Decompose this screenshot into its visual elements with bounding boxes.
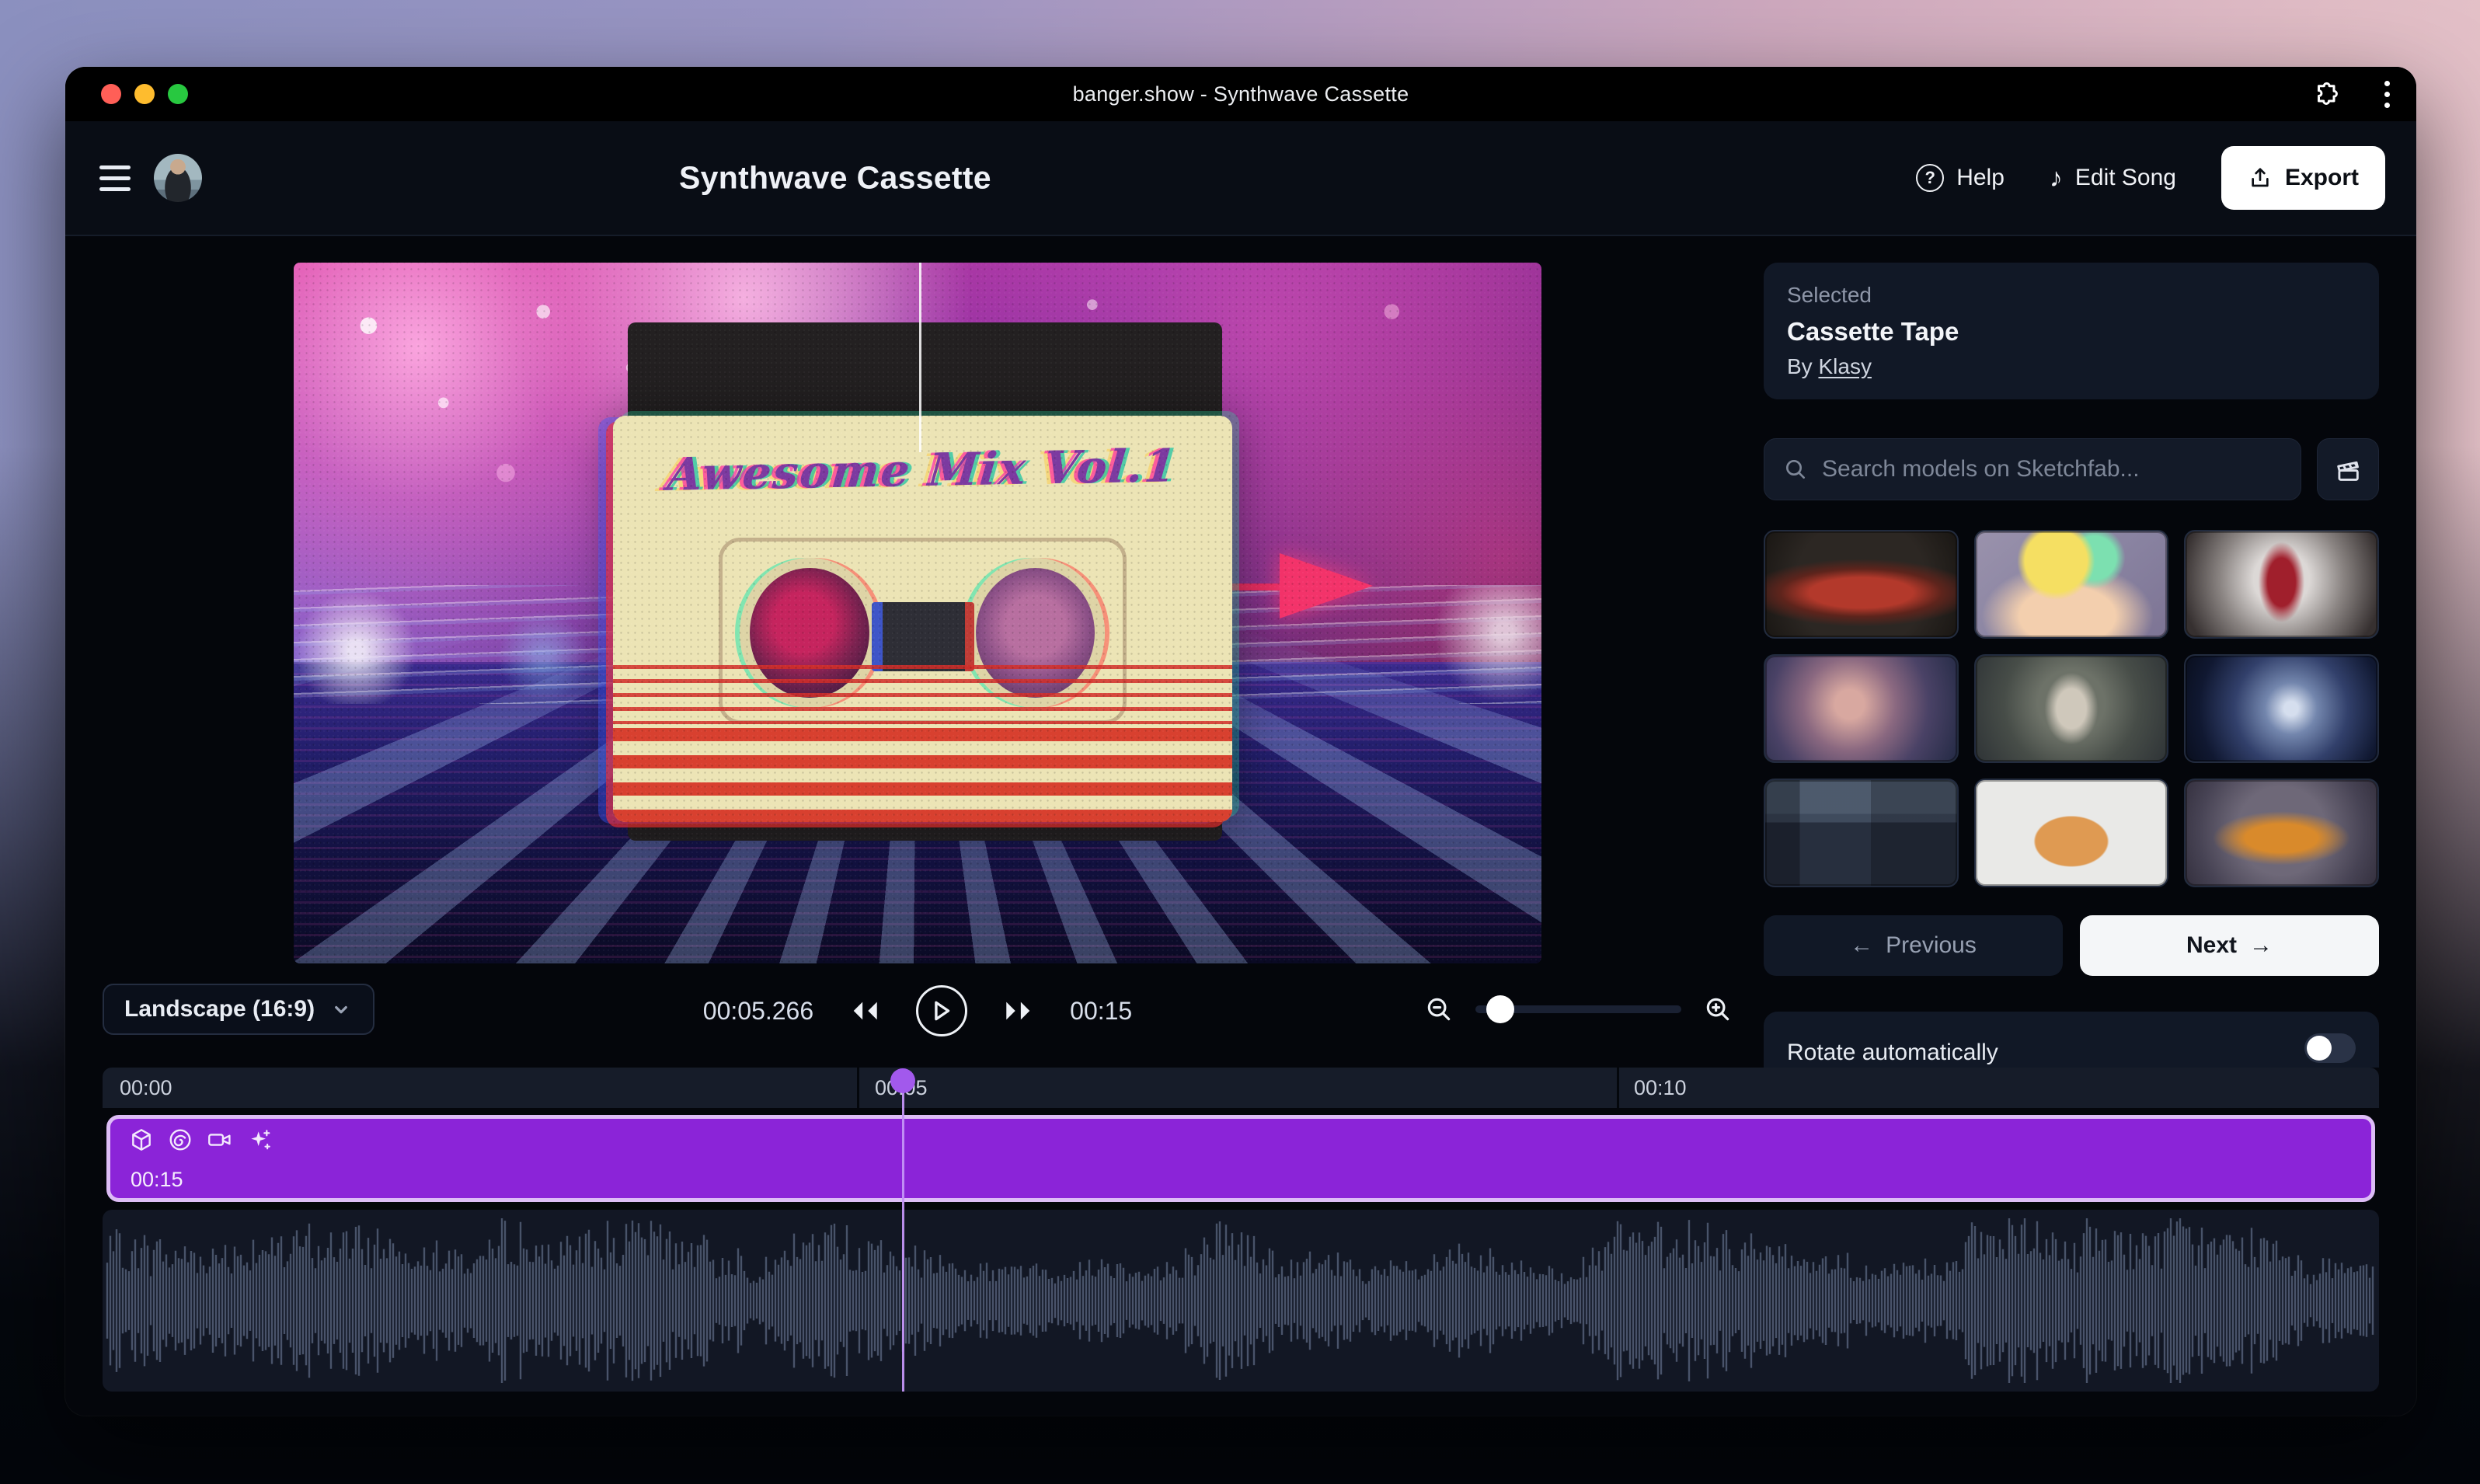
transport-controls: 00:05.266 00:15 <box>703 985 1132 1036</box>
zoom-out-icon <box>1424 995 1454 1024</box>
ruler-label: 00:10 <box>1634 1068 1687 1108</box>
export-button[interactable]: Export <box>2221 146 2385 210</box>
selected-model-name: Cassette Tape <box>1787 317 2356 347</box>
timeline-zoom-controls <box>1424 984 1733 1035</box>
titlebar-actions <box>2313 67 2393 121</box>
avatar[interactable] <box>154 154 202 202</box>
playback-controls: Landscape (16:9) 00:05.266 00:15 <box>103 984 1733 1038</box>
search-input[interactable] <box>1822 456 2282 482</box>
selected-label: Selected <box>1787 283 2356 308</box>
model-thumbnail[interactable] <box>1764 530 1959 639</box>
rewind-icon <box>849 999 880 1022</box>
app-header: Synthwave Cassette ? Help ♪ Edit Song Ex… <box>65 121 2416 236</box>
aspect-ratio-select[interactable]: Landscape (16:9) <box>103 984 374 1035</box>
playhead-handle[interactable] <box>890 1068 915 1093</box>
video-clip[interactable]: 00:15 <box>106 1115 2375 1202</box>
window-controls <box>101 67 188 121</box>
ruler-divider <box>1617 1068 1619 1108</box>
search-row <box>1764 438 2379 500</box>
previous-label: Previous <box>1886 932 1977 959</box>
header-actions: ? Help ♪ Edit Song Export <box>1916 146 2385 210</box>
export-label: Export <box>2285 165 2359 191</box>
main-content: Awesome Mix Vol.1 Landscape (16:9) <box>65 236 2416 1036</box>
zoom-in-button[interactable] <box>1703 995 1733 1024</box>
rotate-automatically-label: Rotate automatically <box>1787 1033 1998 1066</box>
minimize-window-button[interactable] <box>134 84 155 104</box>
model-thumbnail[interactable] <box>1974 530 2169 639</box>
clip-duration: 00:15 <box>131 1168 183 1192</box>
fast-forward-button[interactable] <box>1003 999 1034 1022</box>
timeline-panel: 00:00 00:05 00:10 00:15 <box>103 1068 2379 1416</box>
search-box[interactable] <box>1764 438 2301 500</box>
fast-forward-icon <box>1003 999 1034 1022</box>
film-grain-overlay <box>294 263 1541 963</box>
zoom-in-icon <box>1703 995 1733 1024</box>
zoom-out-button[interactable] <box>1424 995 1454 1024</box>
clip-icons <box>129 1127 272 1152</box>
window-title: banger.show - Synthwave Cassette <box>1073 82 1409 106</box>
page-title: Synthwave Cassette <box>679 160 991 197</box>
play-icon <box>930 998 953 1024</box>
selected-model-author-row: By Klasy <box>1787 354 2356 379</box>
video-camera-icon <box>207 1127 233 1152</box>
clapperboard-icon <box>2333 455 2363 484</box>
rewind-button[interactable] <box>849 999 880 1022</box>
more-options-icon[interactable] <box>2381 78 2393 111</box>
model-thumbnail[interactable] <box>2184 654 2379 763</box>
glitch-line <box>919 263 921 452</box>
spiral-icon <box>168 1127 193 1152</box>
ruler-label: 00:00 <box>120 1068 172 1108</box>
ruler-divider <box>857 1068 859 1108</box>
edit-song-label: Edit Song <box>2075 165 2176 191</box>
help-button[interactable]: ? Help <box>1916 164 2005 192</box>
cube-3d-icon <box>129 1127 154 1152</box>
help-icon: ? <box>1916 164 1944 192</box>
current-time: 00:05.266 <box>703 997 813 1026</box>
edit-song-button[interactable]: ♪ Edit Song <box>2050 165 2176 191</box>
sparkles-icon <box>247 1127 272 1152</box>
video-preview[interactable]: Awesome Mix Vol.1 <box>294 263 1541 963</box>
menu-hamburger-icon[interactable] <box>96 159 134 197</box>
model-thumbnail[interactable] <box>2184 779 2379 887</box>
model-thumbnail-grid <box>1764 530 2379 887</box>
arrow-left-icon: ← <box>1850 932 1873 959</box>
model-thumbnail[interactable] <box>2184 530 2379 639</box>
model-thumbnail[interactable] <box>1764 779 1959 887</box>
chevron-down-icon <box>329 998 353 1021</box>
by-prefix: By <box>1787 354 1818 378</box>
toggle-knob <box>2307 1036 2332 1061</box>
share-export-icon <box>2248 165 2273 190</box>
zoom-slider[interactable] <box>1475 1005 1681 1013</box>
model-thumbnail[interactable] <box>1764 654 1959 763</box>
selected-model-card: Selected Cassette Tape By Klasy <box>1764 263 2379 399</box>
model-thumbnail[interactable] <box>1974 779 2169 887</box>
play-button[interactable] <box>916 985 967 1036</box>
search-icon <box>1783 457 1808 482</box>
titlebar: banger.show - Synthwave Cassette <box>65 67 2416 121</box>
zoom-window-button[interactable] <box>168 84 188 104</box>
previous-button[interactable]: ← Previous <box>1764 915 2063 976</box>
help-label: Help <box>1956 165 2005 191</box>
rotate-automatically-toggle[interactable] <box>2304 1033 2356 1063</box>
model-sidebar: Selected Cassette Tape By Klasy <box>1764 263 2379 1036</box>
extensions-puzzle-icon[interactable] <box>2313 80 2341 108</box>
model-thumbnail[interactable] <box>1974 654 2169 763</box>
total-time: 00:15 <box>1070 997 1132 1026</box>
audio-waveform-track[interactable] <box>103 1210 2379 1392</box>
aspect-ratio-value: Landscape (16:9) <box>124 996 315 1022</box>
pagination: ← Previous Next → <box>1764 915 2379 976</box>
close-window-button[interactable] <box>101 84 121 104</box>
next-label: Next <box>2186 932 2237 959</box>
zoom-slider-knob[interactable] <box>1486 995 1514 1023</box>
next-button[interactable]: Next → <box>2080 915 2379 976</box>
timeline-ruler[interactable]: 00:00 00:05 00:10 <box>103 1068 2379 1108</box>
music-note-icon: ♪ <box>2050 165 2063 191</box>
preview-stage: Awesome Mix Vol.1 Landscape (16:9) <box>103 263 1733 1036</box>
arrow-right-icon: → <box>2249 932 2273 959</box>
waveform-graphic <box>103 1210 2379 1392</box>
clapperboard-button[interactable] <box>2317 438 2379 500</box>
author-link[interactable]: Klasy <box>1818 354 1871 378</box>
app-window: banger.show - Synthwave Cassette Synthwa… <box>65 67 2416 1416</box>
